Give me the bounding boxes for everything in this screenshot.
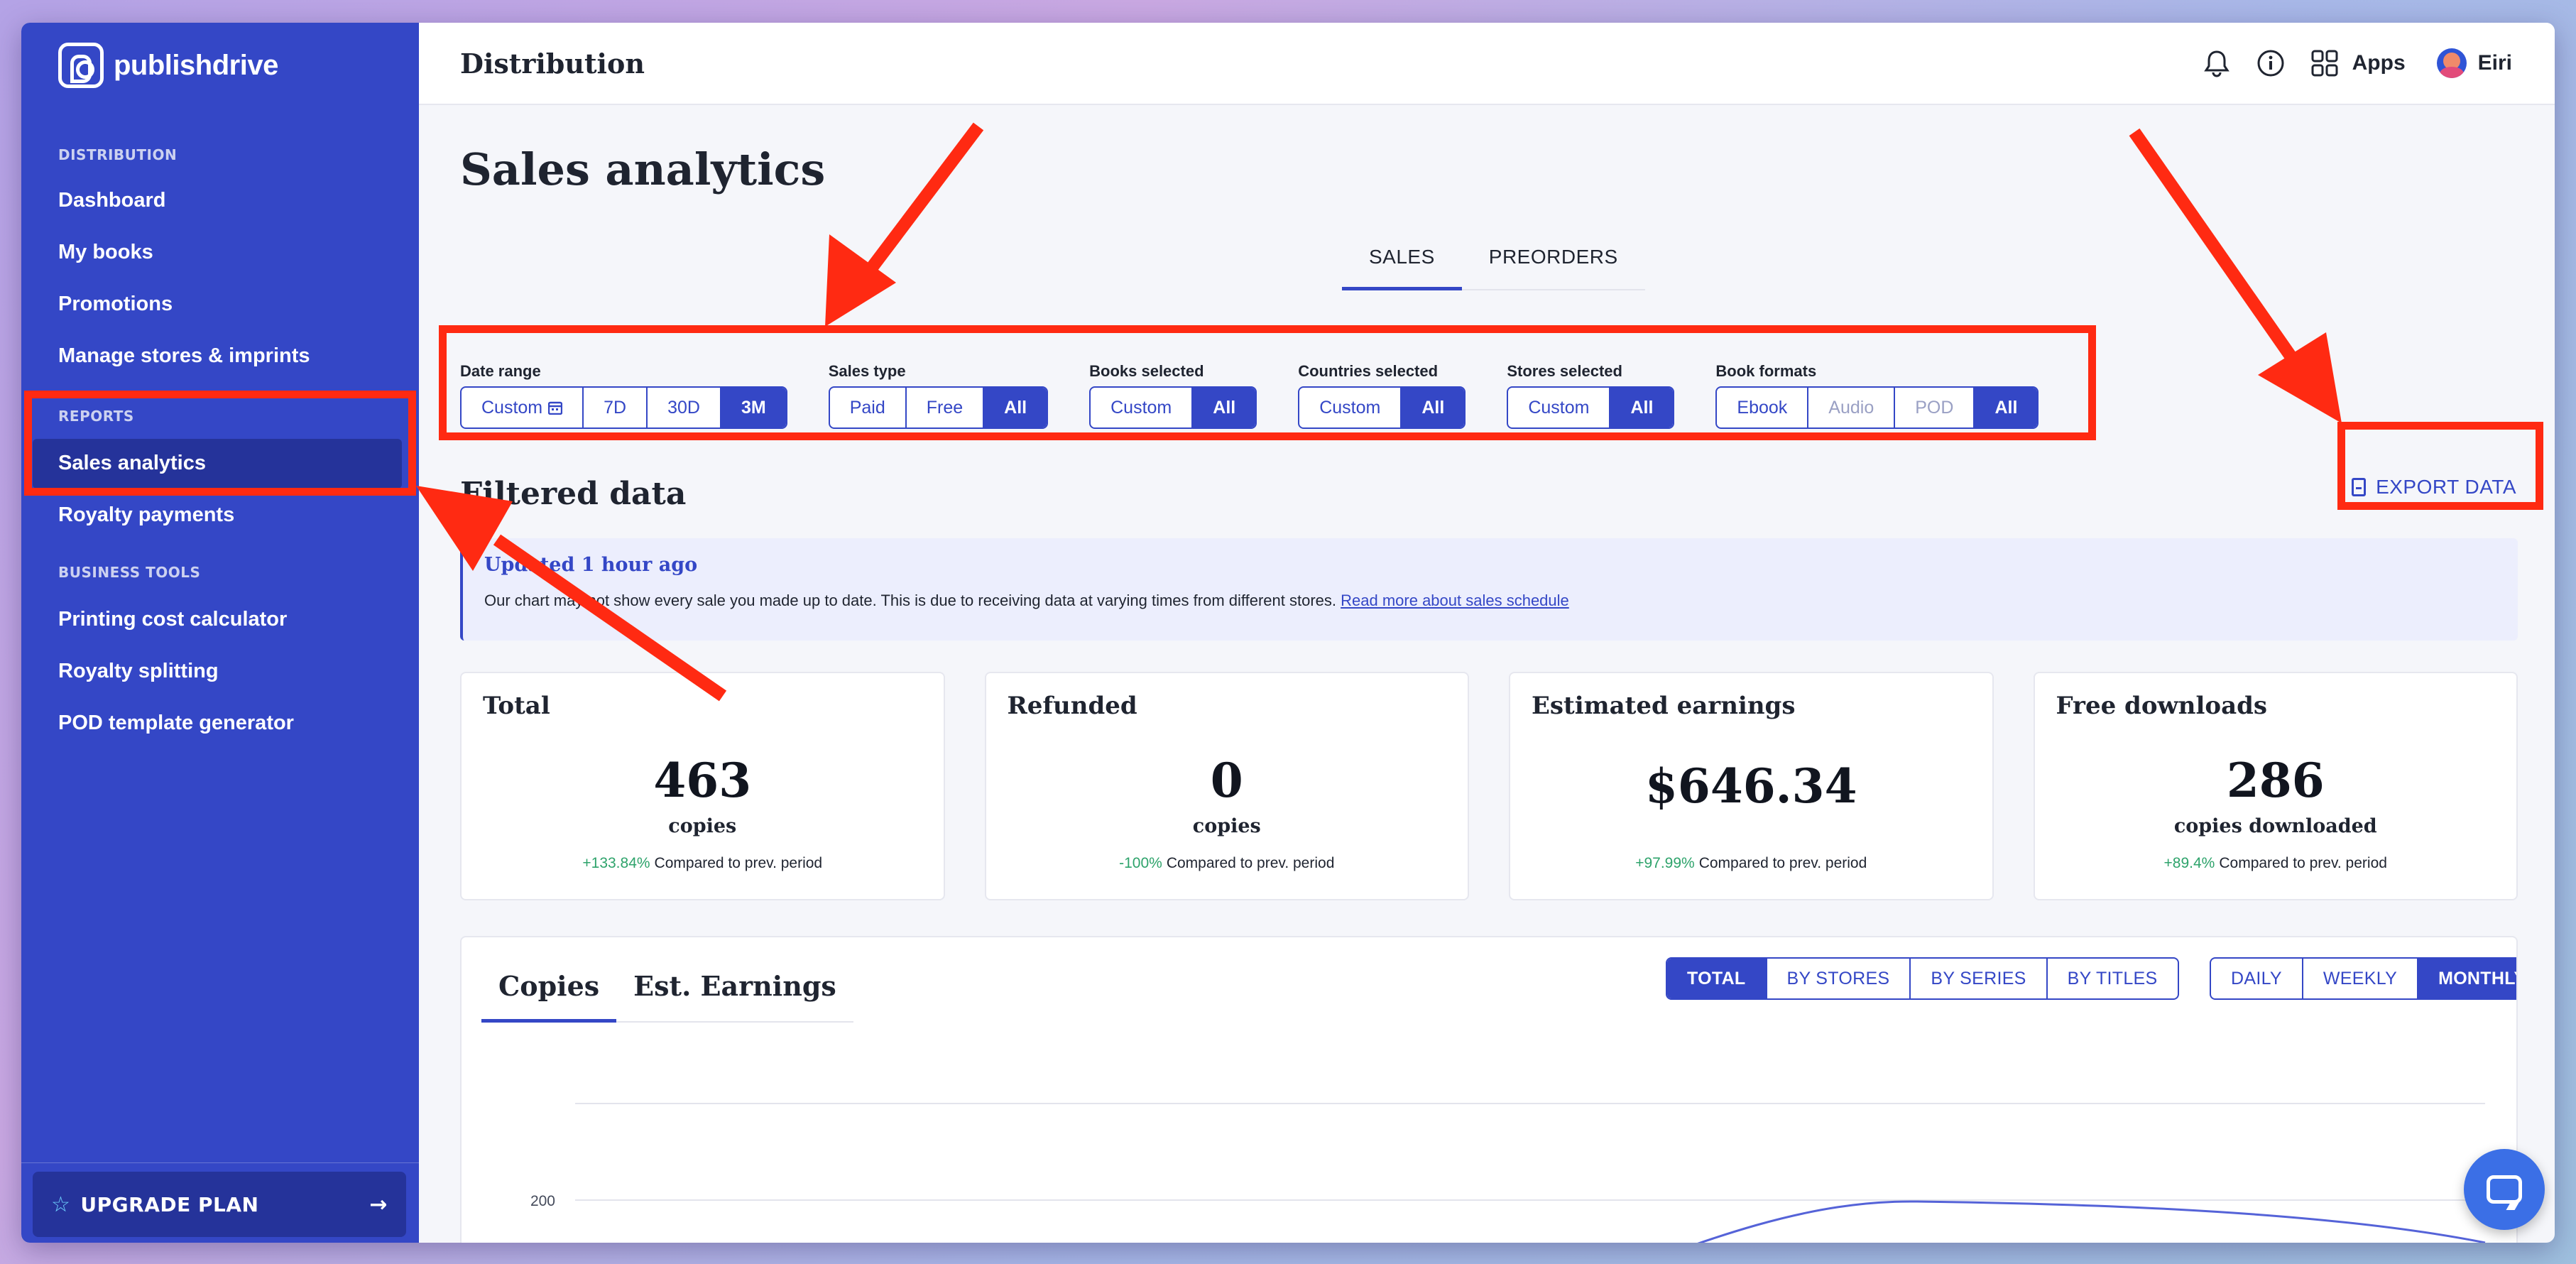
- card-title: Free downloads: [2056, 692, 2268, 720]
- sidebar-item-dashboard[interactable]: Dashboard: [58, 189, 165, 212]
- refunded-card: Refunded 0 copies -100% Compared to prev.…: [984, 672, 1469, 900]
- sales-schedule-link[interactable]: Read more about sales schedule: [1341, 592, 1569, 609]
- estimated-earnings-card: Estimated earnings $646.34 +97.99% Compar…: [1509, 672, 1994, 900]
- sidebar-item-my-books[interactable]: My books: [58, 241, 153, 264]
- card-compare-text: Compared to prev. period: [654, 855, 823, 871]
- top-bar: Distribution Apps Eiri: [419, 23, 2555, 105]
- publishdrive-logo-icon: [58, 43, 104, 88]
- card-title: Total: [483, 692, 550, 720]
- tab-copies[interactable]: Copies: [481, 970, 617, 1023]
- chart-period-selector: DAILY WEEKLY MONTHLY: [2210, 957, 2516, 1000]
- chart-tabs: Copies Est. Earnings: [481, 970, 853, 1023]
- tab-sales[interactable]: SALES: [1342, 246, 1462, 290]
- user-name: Eiri: [2477, 51, 2512, 75]
- filtered-data-title: Filtered data: [460, 476, 687, 512]
- total-card: Total 463 copies +133.84% Compared to pre…: [460, 672, 945, 900]
- card-value: 286: [2226, 753, 2325, 808]
- card-compare: +89.4% Compared to prev. period: [2035, 855, 2517, 872]
- sidebar-item-promotions[interactable]: Promotions: [58, 293, 173, 316]
- card-compare-text: Compared to prev. period: [1166, 855, 1335, 871]
- y-tick-label: 200: [530, 1193, 555, 1209]
- sidebar-section-distribution: DISTRIBUTION: [58, 146, 178, 163]
- period-weekly-button[interactable]: WEEKLY: [2303, 959, 2419, 998]
- card-compare: +133.84% Compared to prev. period: [462, 855, 944, 872]
- avatar: [2436, 48, 2467, 78]
- app-window: publishdrive DISTRIBUTION Dashboard My b…: [21, 23, 2555, 1243]
- card-compare: +97.99% Compared to prev. period: [1510, 855, 1992, 872]
- sidebar-section-business-tools: BUSINESS TOOLS: [58, 564, 201, 581]
- brand-name: publishdrive: [114, 49, 278, 81]
- notice-text: Our chart may not show every sale you ma…: [484, 592, 2496, 610]
- apps-grid-icon: [2310, 48, 2340, 78]
- card-title: Estimated earnings: [1532, 692, 1796, 720]
- bell-icon[interactable]: [2202, 48, 2232, 78]
- info-icon[interactable]: [2256, 48, 2286, 78]
- brand-logo[interactable]: publishdrive: [58, 43, 278, 88]
- sales-tabs: SALES PREORDERS: [1342, 246, 1645, 290]
- sidebar-item-printing-cost-calculator[interactable]: Printing cost calculator: [58, 608, 287, 631]
- group-by-titles-button[interactable]: BY TITLES: [2048, 959, 2178, 998]
- summary-cards: Total 463 copies +133.84% Compared to pre…: [460, 672, 2518, 900]
- chat-icon: [2487, 1175, 2522, 1204]
- notice-title: Updated 1 hour ago: [484, 554, 698, 576]
- tab-est-earnings[interactable]: Est. Earnings: [616, 970, 853, 1021]
- group-by-series-button[interactable]: BY SERIES: [1911, 959, 2048, 998]
- card-title: Refunded: [1007, 692, 1137, 720]
- star-icon: ☆: [51, 1192, 71, 1217]
- page-title: Sales analytics: [460, 143, 826, 195]
- sidebar-item-pod-template-generator[interactable]: POD template generator: [58, 712, 294, 735]
- chart-grouping-selector: TOTAL BY STORES BY SERIES BY TITLES: [1666, 957, 2179, 1000]
- sidebar: publishdrive DISTRIBUTION Dashboard My b…: [21, 23, 419, 1243]
- chat-button[interactable]: [2464, 1149, 2545, 1230]
- main-content: Sales analytics SALES PREORDERS Date ran…: [419, 107, 2555, 1243]
- user-menu[interactable]: Eiri: [2436, 48, 2512, 78]
- period-monthly-button[interactable]: MONTHLY: [2418, 959, 2516, 998]
- upgrade-plan-label: UPGRADE PLAN: [80, 1192, 259, 1216]
- sidebar-item-manage-stores[interactable]: Manage stores & imprints: [58, 344, 310, 368]
- card-change: +89.4%: [2163, 855, 2215, 871]
- sidebar-divider: [21, 1162, 419, 1163]
- chart-series-line: [1697, 1200, 2486, 1243]
- annotation-box-export: [2337, 422, 2543, 510]
- card-unit: copies: [1192, 815, 1261, 837]
- card-unit: copies downloaded: [2173, 815, 2377, 837]
- data-notice: Updated 1 hour ago Our chart may not sho…: [460, 538, 2518, 641]
- card-unit: copies: [668, 815, 737, 837]
- free-downloads-card: Free downloads 286 copies downloaded +89…: [2033, 672, 2518, 900]
- annotation-box-sales-analytics: [24, 391, 416, 496]
- card-compare-text: Compared to prev. period: [1698, 855, 1867, 871]
- tab-preorders[interactable]: PREORDERS: [1462, 246, 1645, 289]
- card-value: 0: [1210, 753, 1243, 808]
- card-change: -100%: [1119, 855, 1162, 871]
- card-value: 463: [653, 753, 752, 808]
- sidebar-item-royalty-splitting[interactable]: Royalty splitting: [58, 660, 219, 683]
- apps-menu[interactable]: Apps: [2310, 48, 2406, 78]
- group-by-stores-button[interactable]: BY STORES: [1767, 959, 1911, 998]
- period-daily-button[interactable]: DAILY: [2211, 959, 2303, 998]
- group-total-button[interactable]: TOTAL: [1667, 959, 1767, 998]
- arrow-right-icon: →: [369, 1192, 388, 1217]
- chart-panel: 200 Copies Est. Earnings TOTAL BY STORES…: [460, 936, 2518, 1243]
- annotation-box-filters: [439, 325, 2096, 440]
- card-change: +133.84%: [582, 855, 650, 871]
- notice-body: Our chart may not show every sale you ma…: [484, 592, 1336, 609]
- apps-label: Apps: [2352, 51, 2406, 75]
- topbar-title: Distribution: [460, 47, 645, 80]
- upgrade-plan-button[interactable]: ☆ UPGRADE PLAN →: [33, 1172, 406, 1237]
- card-compare: -100% Compared to prev. period: [986, 855, 1468, 872]
- topbar-actions: Apps Eiri: [2202, 48, 2512, 78]
- card-compare-text: Compared to prev. period: [2219, 855, 2387, 871]
- card-value: $646.34: [1644, 758, 1857, 814]
- card-change: +97.99%: [1635, 855, 1695, 871]
- sidebar-item-royalty-payments[interactable]: Royalty payments: [58, 503, 234, 527]
